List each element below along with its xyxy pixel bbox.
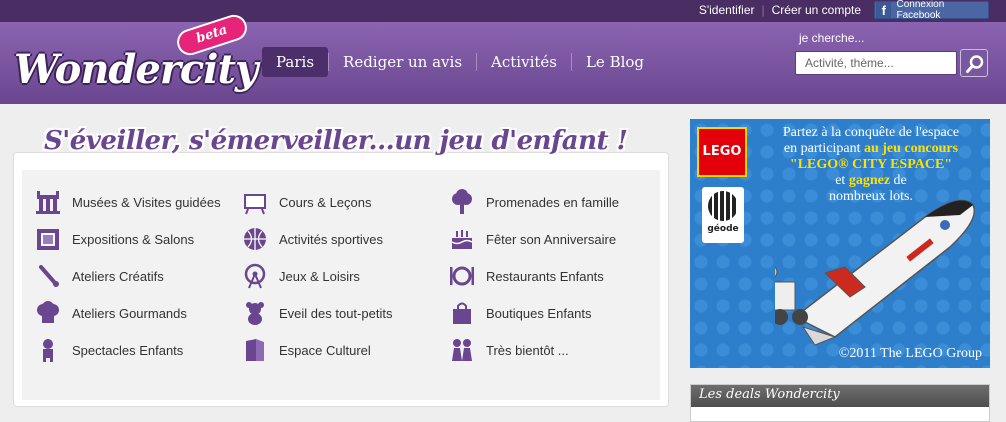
paintbrush-icon xyxy=(39,265,59,287)
top-bar: S'identifier | Créer un compte f Connexi… xyxy=(0,0,1006,22)
deals-title: Les deals Wondercity xyxy=(691,385,989,407)
category-label: Eveil des tout-petits xyxy=(279,305,393,321)
search-icon xyxy=(966,55,984,73)
category-cooking-workshops[interactable]: Ateliers Gourmands xyxy=(35,299,187,327)
category-birthday[interactable]: Fêter son Anniversaire xyxy=(449,225,616,253)
geode-logo: géode xyxy=(702,187,744,243)
lego-logo: LEGO xyxy=(697,127,747,177)
book-icon xyxy=(246,339,264,361)
nav-item-activities[interactable]: Activités xyxy=(477,47,571,77)
teddy-bear-icon xyxy=(246,302,264,325)
search-label: je cherche... xyxy=(799,31,865,45)
category-label: Expositions & Salons xyxy=(72,231,195,247)
category-label: Espace Culturel xyxy=(279,342,371,358)
shopping-bag-icon xyxy=(453,302,471,324)
category-shops[interactable]: Boutiques Enfants xyxy=(449,299,592,327)
category-label: Fêter son Anniversaire xyxy=(486,231,617,247)
exhibition-icon xyxy=(37,229,59,250)
search-input[interactable]: Activité, thème... xyxy=(795,51,957,75)
facebook-connect-label: Connexion Facebook xyxy=(896,0,945,21)
account-links: S'identifier | Créer un compte xyxy=(692,3,868,17)
category-label: Spectacles Enfants xyxy=(72,342,184,358)
nav-item-blog[interactable]: Le Blog xyxy=(572,47,658,77)
category-museums[interactable]: Musées & Visites guidées xyxy=(35,188,221,216)
category-sports[interactable]: Activités sportives xyxy=(242,225,383,253)
header: Wondercity beta Paris Rediger un avis Ac… xyxy=(0,11,1006,104)
geode-label: géode xyxy=(707,224,739,234)
category-label: Restaurants Enfants xyxy=(486,268,604,284)
chef-hat-icon xyxy=(37,301,59,323)
category-label: Très bientôt ... xyxy=(486,342,569,358)
category-label: Cours & Leçons xyxy=(279,194,372,210)
wondercity-logo[interactable]: Wondercity beta xyxy=(14,11,258,102)
ad-line: "LEGO® CITY ESPACE" xyxy=(789,157,953,172)
category-creative-workshops[interactable]: Ateliers Créatifs xyxy=(35,262,164,290)
logo-wordmark: Wondercity xyxy=(14,46,258,93)
blackboard-icon xyxy=(244,194,266,215)
geode-globe-icon xyxy=(708,191,738,221)
ad-line: Partez à la conquête de l'espace xyxy=(782,125,960,140)
category-games[interactable]: Jeux & Loisirs xyxy=(242,262,360,290)
category-label: Ateliers Créatifs xyxy=(72,268,164,284)
deals-panel: Les deals Wondercity xyxy=(690,384,990,422)
ad-line: en participant au jeu concours xyxy=(783,141,959,156)
signin-link[interactable]: S'identifier xyxy=(692,3,762,17)
main-nav: Paris Rediger un avis Activités Le Blog xyxy=(262,47,658,77)
search-button[interactable] xyxy=(960,49,988,77)
category-restaurants[interactable]: Restaurants Enfants xyxy=(449,262,604,290)
museum-icon xyxy=(36,191,60,214)
space-shuttle-illustration xyxy=(775,199,975,346)
plate-cutlery-icon xyxy=(450,266,474,286)
tagline: S'éveiller, s'émerveiller...un jeu d'enf… xyxy=(44,126,628,156)
lego-city-ad-banner[interactable]: LEGO géode Partez à la conquête de l'esp… xyxy=(690,119,990,368)
category-label: Activités sportives xyxy=(279,231,384,247)
facebook-icon: f xyxy=(876,2,892,18)
category-label: Musées & Visites guidées xyxy=(72,194,221,210)
category-toddlers[interactable]: Eveil des tout-petits xyxy=(242,299,392,327)
ad-copyright: ©2011 The LEGO Group xyxy=(838,346,982,361)
category-label: Promenades en famille xyxy=(486,194,619,210)
ferris-wheel-icon xyxy=(244,263,266,289)
category-label: Ateliers Gourmands xyxy=(72,305,187,321)
facebook-connect-button[interactable]: f Connexion Facebook xyxy=(874,0,989,21)
category-family-walks[interactable]: Promenades en famille xyxy=(449,188,619,216)
category-coming-soon[interactable]: Très bientôt ... xyxy=(449,336,569,364)
category-label: Boutiques Enfants xyxy=(486,305,592,321)
category-exhibitions[interactable]: Expositions & Salons xyxy=(35,225,194,253)
tree-icon xyxy=(452,189,472,214)
category-lessons[interactable]: Cours & Leçons xyxy=(242,188,372,216)
birthday-cake-icon xyxy=(451,230,473,249)
children-icon xyxy=(452,339,472,361)
nav-item-paris[interactable]: Paris xyxy=(262,47,329,77)
category-label: Jeux & Loisirs xyxy=(279,268,360,284)
nav-item-review[interactable]: Rediger un avis xyxy=(329,47,476,77)
category-shows[interactable]: Spectacles Enfants xyxy=(35,336,183,364)
clown-icon xyxy=(43,339,53,362)
category-cultural[interactable]: Espace Culturel xyxy=(242,336,371,364)
basketball-icon xyxy=(244,228,266,250)
register-link[interactable]: Créer un compte xyxy=(765,3,868,17)
